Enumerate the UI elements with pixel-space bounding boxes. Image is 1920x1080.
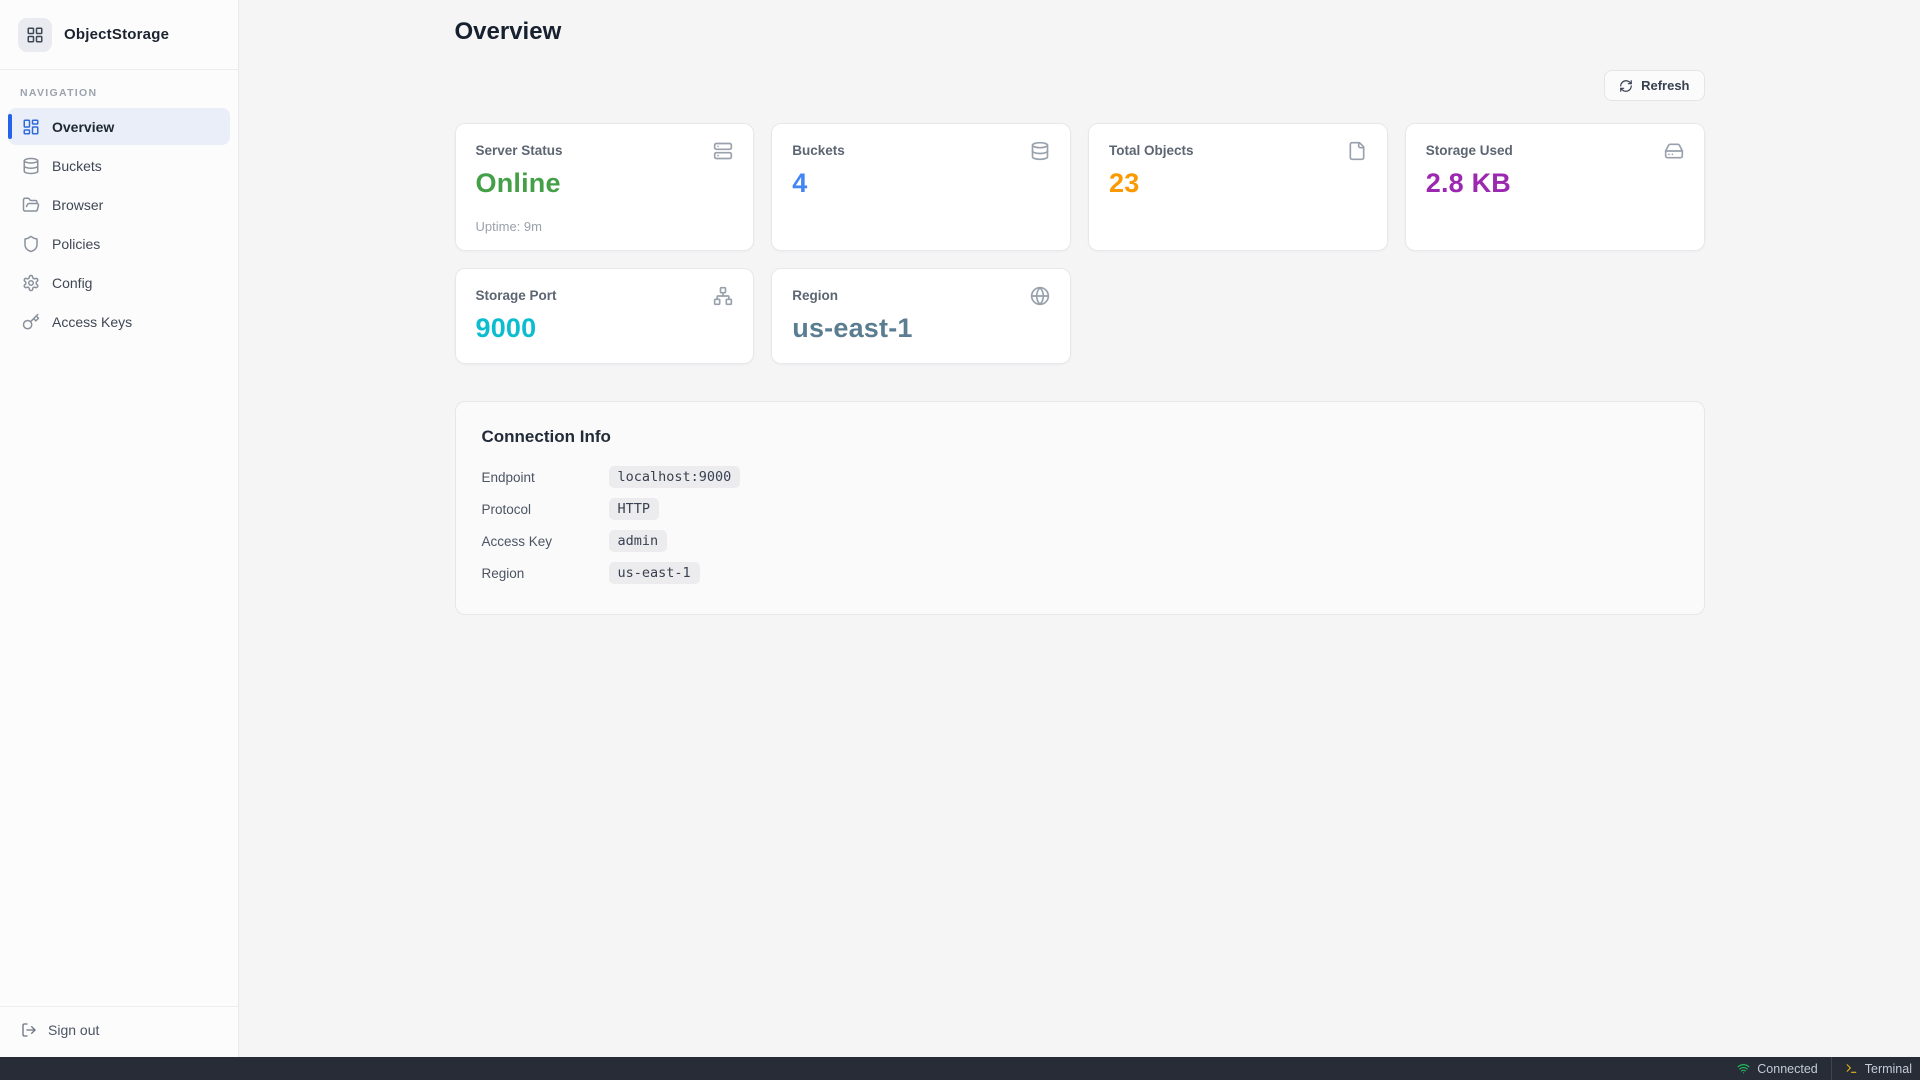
database-icon [1030,141,1050,161]
sidebar-item-label: Buckets [52,158,102,174]
connection-info-panel: Connection Info Endpoint localhost:9000 … [455,401,1705,615]
database-icon [22,157,40,175]
sidebar-item-browser[interactable]: Browser [8,186,230,223]
wifi-icon [1737,1062,1750,1075]
stat-cards-row-1: Server Status Online Uptime: 9m Bucke [455,123,1705,251]
card-value: 23 [1109,168,1367,199]
terminal-icon [1845,1062,1858,1075]
sidebar-item-access-keys[interactable]: Access Keys [8,303,230,340]
key-icon [22,313,40,331]
sign-out-button[interactable]: Sign out [0,1006,238,1057]
sidebar-item-label: Policies [52,236,100,252]
card-value: 9000 [476,313,734,344]
sidebar-item-label: Config [52,275,92,291]
info-label: Access Key [482,534,609,549]
card-storage-used: Storage Used 2.8 KB [1405,123,1705,251]
brand: ObjectStorage [0,0,238,70]
card-label: Buckets [792,141,845,158]
info-label: Region [482,566,609,581]
info-value: localhost:9000 [609,466,741,488]
refresh-label: Refresh [1641,78,1689,93]
connection-info-rows: Endpoint localhost:9000 Protocol HTTP Ac… [482,466,1678,584]
main-content: Overview Refresh Server Status [239,0,1920,1057]
card-server-status: Server Status Online Uptime: 9m [455,123,755,251]
info-row-endpoint: Endpoint localhost:9000 [482,466,1678,488]
card-value: us-east-1 [792,313,1050,344]
hard-drive-icon [1664,141,1684,161]
card-subtitle: Uptime: 9m [476,219,734,234]
folder-open-icon [22,196,40,214]
toolbar: Refresh [455,70,1705,101]
card-label: Total Objects [1109,141,1194,158]
network-icon [713,286,733,306]
sidebar-item-config[interactable]: Config [8,264,230,301]
sidebar: ObjectStorage NAVIGATION Overview [0,0,239,1057]
card-value: Online [476,168,734,199]
card-label: Region [792,286,838,303]
globe-icon [1030,286,1050,306]
card-region: Region us-east-1 [771,268,1071,364]
card-label: Storage Port [476,286,557,303]
page-title: Overview [455,18,1705,46]
stat-cards-row-2: Storage Port 9000 Region [455,268,1705,364]
connection-status[interactable]: Connected [1724,1057,1830,1080]
info-row-region: Region us-east-1 [482,562,1678,584]
nav-section-label: NAVIGATION [20,87,218,99]
connection-info-title: Connection Info [482,427,1678,447]
card-value: 4 [792,168,1050,199]
status-bar: Connected Terminal [0,1057,1920,1080]
refresh-button[interactable]: Refresh [1604,70,1704,101]
info-value: admin [609,530,668,552]
terminal-toggle[interactable]: Terminal [1831,1057,1920,1080]
app-title: ObjectStorage [64,26,169,43]
terminal-label: Terminal [1865,1062,1912,1076]
sidebar-item-label: Access Keys [52,314,132,330]
info-row-access-key: Access Key admin [482,530,1678,552]
log-out-icon [21,1022,37,1038]
card-buckets: Buckets 4 [771,123,1071,251]
connection-status-label: Connected [1757,1062,1817,1076]
info-label: Endpoint [482,470,609,485]
card-total-objects: Total Objects 23 [1088,123,1388,251]
card-storage-port: Storage Port 9000 [455,268,755,364]
refresh-icon [1619,79,1633,93]
app-logo-icon [18,18,52,52]
shield-icon [22,235,40,253]
nav-list: Overview Buckets Browser [0,108,238,340]
info-value: HTTP [609,498,660,520]
sidebar-item-label: Browser [52,197,103,213]
sign-out-label: Sign out [48,1022,99,1038]
sidebar-item-label: Overview [52,119,114,135]
sidebar-spacer [0,340,238,994]
dashboard-icon [22,118,40,136]
info-label: Protocol [482,502,609,517]
sidebar-item-policies[interactable]: Policies [8,225,230,262]
card-label: Storage Used [1426,141,1513,158]
app-window: ObjectStorage NAVIGATION Overview [0,0,1920,1057]
info-row-protocol: Protocol HTTP [482,498,1678,520]
info-value: us-east-1 [609,562,700,584]
card-value: 2.8 KB [1426,168,1684,199]
server-icon [713,141,733,161]
file-icon [1347,141,1367,161]
sidebar-item-buckets[interactable]: Buckets [8,147,230,184]
gear-icon [22,274,40,292]
card-label: Server Status [476,141,563,158]
sidebar-item-overview[interactable]: Overview [8,108,230,145]
